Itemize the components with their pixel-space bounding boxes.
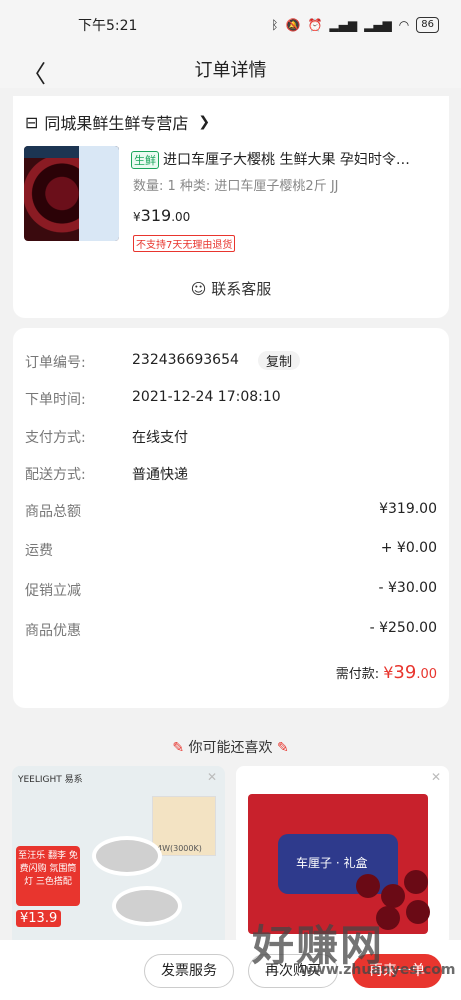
shop-name: 同城果鲜生鲜专营店 <box>44 114 189 133</box>
spec-box: 4W(3000K) <box>152 796 216 856</box>
cherry-icon <box>356 874 380 898</box>
store-icon: ⊟ <box>25 112 39 132</box>
mute-icon: 🔕 <box>285 18 301 32</box>
status-time: 下午5:21 <box>78 18 138 34</box>
sparkle-right-icon: ✎ <box>272 740 289 756</box>
chevron-right-icon: ❯ <box>198 114 211 130</box>
product-spec: 数量: 1 种类: 进口车厘子樱桃2斤 JJ <box>133 179 339 194</box>
gift-box-label: 车厘子 · 礼盒 <box>278 834 398 894</box>
price-integer: 319 <box>140 206 172 225</box>
product-image-banner <box>79 146 119 241</box>
promo-label: 促销立减 <box>25 583 81 599</box>
cherry-icon <box>406 900 430 924</box>
close-icon[interactable]: ✕ <box>431 770 441 784</box>
payment-row: 支付方式: 在线支付 <box>25 427 437 449</box>
price-decimal: .00 <box>171 210 191 224</box>
price-symbol: ¥ <box>133 210 141 224</box>
recommend-title-text: 你可能还喜欢 <box>188 740 273 756</box>
status-icons: ᛒ 🔕 ⏰ ▂▄▆ ▂▄▆ ◠ 86 <box>271 17 439 33</box>
watermark-url: www.zhuanyes.com <box>300 962 456 978</box>
cherry-icon <box>404 870 428 894</box>
invoice-button[interactable]: 发票服务 <box>144 954 234 988</box>
discount-row: 商品优惠 - ¥250.00 <box>25 620 437 642</box>
recommend-item-1[interactable]: YEELIGHT 易系 ✕ 4W(3000K) 至汪乐 翻李 免费闪购 氛围筒灯… <box>12 766 225 946</box>
total-payable: 需付款: ¥39.00 <box>336 662 437 683</box>
shipping-row: 配送方式: 普通快递 <box>25 464 437 486</box>
promo-value: - ¥30.00 <box>378 580 438 596</box>
fresh-tag: 生鲜 <box>131 151 159 169</box>
sparkle-left-icon: ✎ <box>172 740 189 756</box>
total-decimal: .00 <box>416 667 437 682</box>
amount-row: 商品总额 ¥319.00 <box>25 501 437 523</box>
lamp-image-2 <box>112 886 182 926</box>
gift-box-text: 车厘子 · 礼盒 <box>296 856 368 870</box>
product-price: ¥319.00 <box>133 206 190 225</box>
recommend-price: ¥13.9 <box>16 910 62 927</box>
payment-label: 支付方式: <box>25 430 86 446</box>
freight-row: 运费 + ¥0.00 <box>25 540 437 562</box>
payment-method: 在线支付 <box>132 430 188 446</box>
total-symbol: ¥ <box>383 663 394 682</box>
alarm-icon: ⏰ <box>307 18 323 32</box>
amount-value: ¥319.00 <box>379 501 437 517</box>
amount-label: 商品总额 <box>25 504 81 520</box>
status-bar: 下午5:21 ᛒ 🔕 ⏰ ▂▄▆ ▂▄▆ ◠ 86 <box>0 0 461 50</box>
order-number-row: 订单编号: 232436693654 复制 <box>25 351 437 374</box>
shop-link[interactable]: ⊟ 同城果鲜生鲜专营店 ❯ <box>25 110 210 134</box>
order-time-label: 下单时间: <box>25 392 86 408</box>
order-number: 232436693654 <box>132 352 239 368</box>
cherry-icon <box>381 884 405 908</box>
product-title: 进口车厘子大樱桃 生鲜大果 孕妇时令… <box>163 152 410 168</box>
promo-banner: 至汪乐 翻李 免费闪购 氛围筒灯 三色搭配 <box>16 846 80 906</box>
shop-card: ⊟ 同城果鲜生鲜专营店 ❯ 生鲜 进口车厘子大樱桃 生鲜大果 孕妇时令… 数量: … <box>13 96 449 318</box>
contact-label: 联系客服 <box>211 280 272 298</box>
no-return-badge: 不支持7天无理由退货 <box>133 235 236 252</box>
lamp-image-1 <box>92 836 162 876</box>
promo-row: 促销立减 - ¥30.00 <box>25 580 437 602</box>
header: 〈 订单详情 <box>0 50 461 88</box>
total-integer: 39 <box>393 662 417 683</box>
battery-indicator: 86 <box>416 17 439 33</box>
back-icon[interactable]: 〈 <box>22 54 46 89</box>
signal-icon: ▂▄▆ <box>329 18 358 32</box>
order-number-label: 订单编号: <box>25 355 86 371</box>
product-image[interactable] <box>24 146 119 241</box>
wifi-icon: ◠ <box>398 18 410 32</box>
bluetooth-icon: ᛒ <box>271 18 279 32</box>
close-icon[interactable]: ✕ <box>207 770 217 784</box>
order-time-row: 下单时间: 2021-12-24 17:08:10 <box>25 389 437 411</box>
order-time: 2021-12-24 17:08:10 <box>132 389 281 405</box>
shipping-label: 配送方式: <box>25 467 86 483</box>
shipping-method: 普通快递 <box>132 467 188 483</box>
recommend-brand: YEELIGHT 易系 <box>18 775 83 785</box>
order-details-card: 订单编号: 232436693654 复制 下单时间: 2021-12-24 1… <box>13 328 449 708</box>
freight-label: 运费 <box>25 543 53 559</box>
freight-value: + ¥0.00 <box>380 540 437 556</box>
total-label: 需付款: <box>335 667 384 682</box>
page-title: 订单详情 <box>194 60 267 81</box>
spec-label: 4W(3000K) <box>157 844 202 853</box>
chat-icon: ☺ <box>190 280 207 298</box>
discount-label: 商品优惠 <box>25 623 81 639</box>
copy-button[interactable]: 复制 <box>258 351 301 370</box>
contact-service-button[interactable]: ☺ 联系客服 <box>13 278 449 299</box>
recommend-title: ✎ 你可能还喜欢 ✎ <box>0 737 461 757</box>
discount-value: - ¥250.00 <box>369 620 437 636</box>
signal2-icon: ▂▄▆ <box>364 18 392 32</box>
product-name[interactable]: 生鲜 进口车厘子大樱桃 生鲜大果 孕妇时令… <box>131 149 441 169</box>
